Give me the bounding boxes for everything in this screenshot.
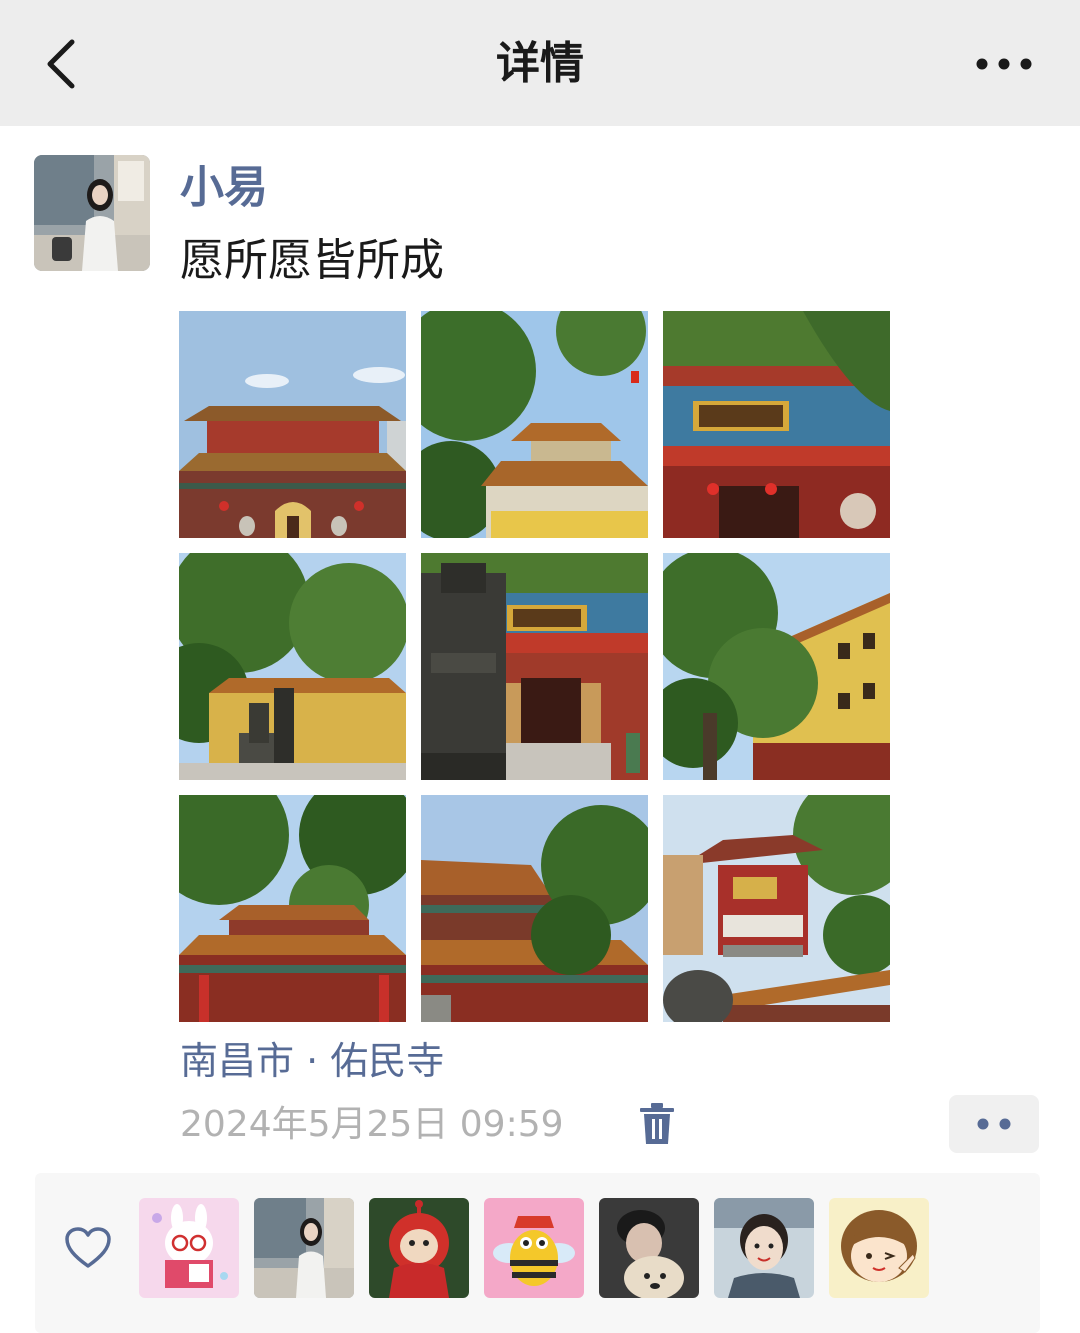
photo-9[interactable] [663,795,890,1022]
delete-button[interactable] [638,1102,676,1146]
photo-1[interactable] [179,311,406,538]
timestamp: 2024年5月25日 09:59 [180,1104,564,1145]
author-name[interactable]: 小易 [180,160,268,216]
post-text: 愿所愿皆所成 [180,235,444,286]
photo-4[interactable] [179,553,406,780]
photo-6[interactable] [663,553,890,780]
liker-avatar-7[interactable] [829,1198,929,1298]
liker-avatar-2[interactable] [254,1198,354,1298]
liker-avatar-5[interactable] [599,1198,699,1298]
more-button[interactable] [974,50,1034,78]
trash-icon [640,1103,674,1144]
liker-avatar-4[interactable] [484,1198,584,1298]
ellipsis-icon [976,58,1032,70]
photo-8[interactable] [421,795,648,1022]
liker-avatar-1[interactable] [139,1198,239,1298]
photo-3[interactable] [663,311,890,538]
avatar[interactable] [34,155,150,271]
two-dots-icon [977,1118,1011,1130]
photo-5[interactable] [421,553,648,780]
location-link[interactable]: 南昌市 · 佑民寺 [180,1036,444,1086]
liker-avatar-6[interactable] [714,1198,814,1298]
nav-bar: 详情 [0,0,1080,126]
liker-avatar-3[interactable] [369,1198,469,1298]
photo-2[interactable] [421,311,648,538]
heart-icon [64,1226,112,1270]
comment-like-button[interactable] [949,1095,1039,1153]
page-title: 详情 [496,38,584,89]
photo-7[interactable] [179,795,406,1022]
